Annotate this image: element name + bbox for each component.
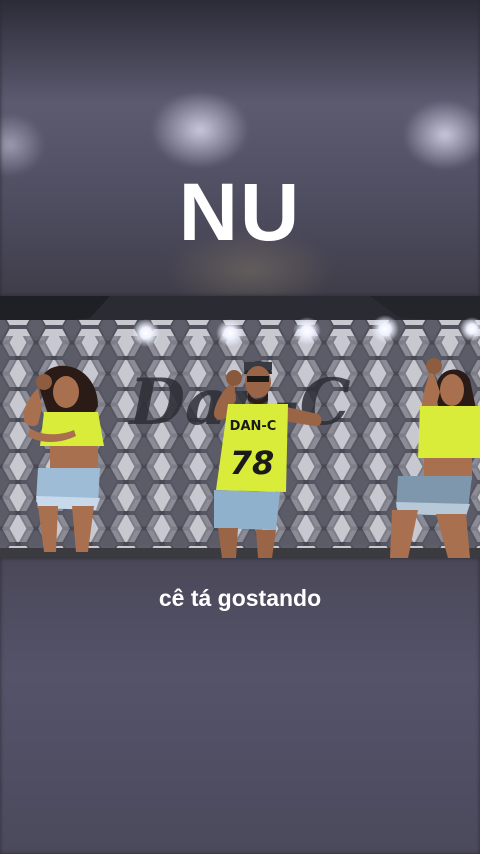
overlay-title: NU <box>178 167 302 258</box>
subtitle-caption: cê tá gostando <box>158 585 322 611</box>
jersey-number: 78 <box>230 444 275 482</box>
jersey-text: DAN-C <box>230 419 277 434</box>
video-player-screen[interactable]: NU Dan-C DAN-C 78 cê tá gostando <box>0 0 480 854</box>
dance-video-frame[interactable]: Dan-C DAN-C 78 <box>0 296 480 558</box>
dance-scene: Dan-C DAN-C 78 <box>0 296 480 558</box>
